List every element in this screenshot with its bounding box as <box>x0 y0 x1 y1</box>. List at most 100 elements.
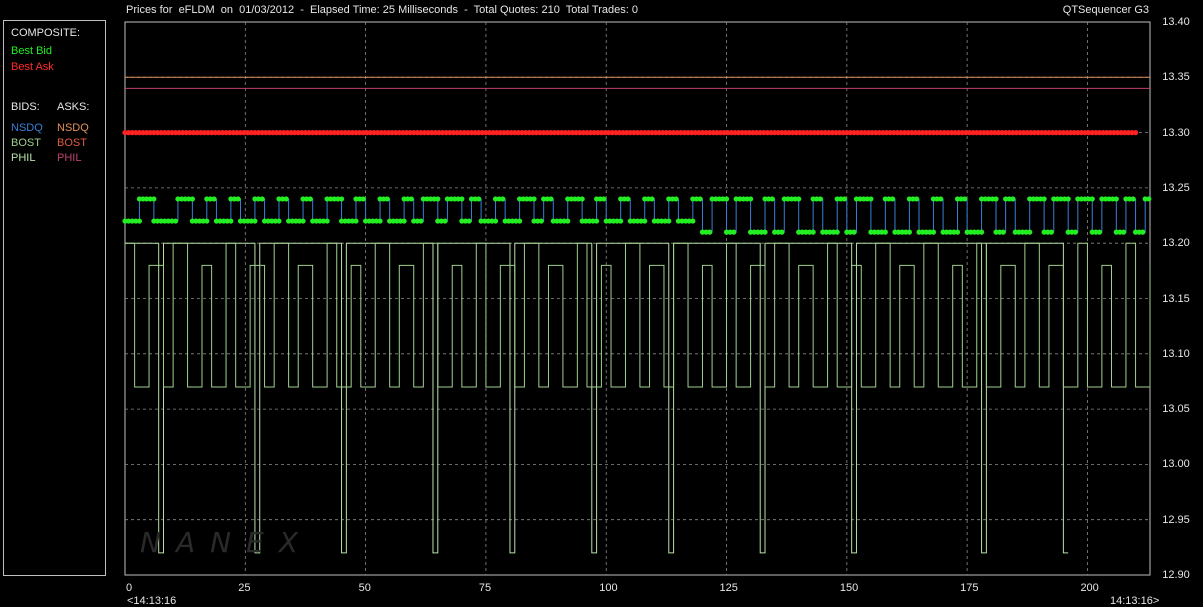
best-bid-point <box>1072 229 1079 235</box>
best-bid-point <box>353 218 359 224</box>
best-bid-point <box>625 196 631 202</box>
best-ask-point <box>1132 130 1139 136</box>
best-bid-point <box>466 218 472 224</box>
best-bid-point <box>435 196 441 202</box>
best-bid-point <box>810 229 816 235</box>
best-bid-point <box>1089 196 1095 202</box>
best-bid-point <box>673 196 679 202</box>
y-tick-label: 13.30 <box>1162 126 1190 139</box>
best-bid-point <box>851 229 857 235</box>
x-tick-label: 100 <box>599 582 618 594</box>
best-bid-point <box>769 196 775 202</box>
best-bid-point <box>649 196 655 202</box>
best-bid-point <box>189 196 195 202</box>
best-bid-point <box>500 196 506 202</box>
best-bid-point <box>938 196 944 202</box>
best-bid-point <box>593 218 600 224</box>
best-bid-point <box>868 196 874 202</box>
best-bid-point <box>517 218 523 224</box>
best-bid-point <box>204 218 210 224</box>
best-bid-point <box>930 229 937 235</box>
best-bid-point <box>283 196 289 202</box>
best-bid-point <box>360 196 366 202</box>
x-tick-label: 25 <box>238 582 251 594</box>
best-bid-point <box>1065 196 1071 202</box>
y-tick-label: 12.95 <box>1162 513 1190 526</box>
best-bid-point <box>954 229 961 235</box>
series-nsdq-bid <box>125 198 1150 233</box>
best-bid-point <box>259 196 265 202</box>
best-bid-point <box>762 229 768 235</box>
best-bid-point <box>889 196 896 202</box>
best-bid-point <box>817 196 823 202</box>
x-tick-label: 0 <box>126 582 133 594</box>
best-bid-point <box>408 196 414 202</box>
best-bid-point <box>1000 229 1006 235</box>
best-bid-point <box>747 196 754 202</box>
best-bid-point <box>151 196 157 202</box>
time-end-label: 14:13:16> <box>1110 595 1160 607</box>
y-tick-label: 13.20 <box>1162 237 1190 250</box>
best-bid-point <box>136 218 143 224</box>
best-bid-point <box>418 218 424 224</box>
y-tick-label: 13.00 <box>1162 458 1190 471</box>
x-tick-label: 50 <box>358 582 371 594</box>
y-tick-label: 13.35 <box>1162 71 1190 84</box>
best-bid-point <box>252 218 258 224</box>
best-bid-point <box>1041 196 1047 202</box>
y-tick-label: 13.10 <box>1162 347 1190 360</box>
best-bid-point <box>459 196 465 202</box>
best-bid-point <box>779 229 785 235</box>
best-bid-point <box>538 218 544 224</box>
best-bid-point <box>300 218 306 224</box>
best-bid-point <box>642 218 648 224</box>
best-bid-point <box>579 196 585 202</box>
best-bid-point <box>993 196 999 202</box>
best-bid-point <box>1130 196 1136 202</box>
best-bid-point <box>962 196 968 202</box>
best-bid-point <box>276 218 282 224</box>
series-bost-bid <box>125 242 1151 388</box>
best-bid-point <box>531 196 537 202</box>
best-bid-point <box>1140 229 1146 235</box>
best-bid-point <box>1113 196 1119 202</box>
best-bid-point <box>601 196 607 202</box>
y-tick-label: 13.15 <box>1162 292 1190 305</box>
nanex-watermark: NANEX <box>140 526 313 559</box>
x-tick-label: 200 <box>1080 582 1099 594</box>
best-bid-point <box>384 196 390 202</box>
best-bid-point <box>796 196 802 202</box>
x-tick-label: 125 <box>719 582 738 594</box>
series-phil-bid <box>125 242 1069 554</box>
best-bid-point <box>1120 229 1127 235</box>
best-bid-point <box>707 229 713 235</box>
best-bid-point <box>1027 229 1033 235</box>
y-tick-label: 13.40 <box>1162 16 1190 28</box>
best-bid-point <box>914 196 920 202</box>
best-bid-point <box>666 218 672 224</box>
best-bid-point <box>731 229 737 235</box>
best-bid-point <box>834 229 840 235</box>
y-tick-label: 13.05 <box>1162 403 1190 416</box>
best-bid-point <box>492 218 499 224</box>
y-tick-label: 13.25 <box>1162 181 1190 194</box>
best-bid-point <box>906 229 912 235</box>
x-tick-label: 75 <box>478 582 492 594</box>
best-bid-point <box>401 218 407 224</box>
best-bid-point <box>1146 196 1152 202</box>
best-bid-point <box>548 196 554 202</box>
x-tick-label: 175 <box>960 582 979 594</box>
best-bid-point <box>618 218 624 224</box>
best-bid-point <box>882 229 888 235</box>
best-bid-point <box>377 218 383 224</box>
best-bid-point <box>235 196 241 202</box>
best-bid-point <box>442 218 448 224</box>
best-bid-point <box>723 196 730 202</box>
best-bid-point <box>1096 229 1103 235</box>
best-bid-point <box>338 196 345 202</box>
best-bid-point <box>476 196 482 202</box>
best-bid-point <box>172 218 179 224</box>
best-bid-point <box>841 196 848 202</box>
x-tick-label: 150 <box>839 582 859 594</box>
y-tick-label: 12.90 <box>1162 569 1190 581</box>
